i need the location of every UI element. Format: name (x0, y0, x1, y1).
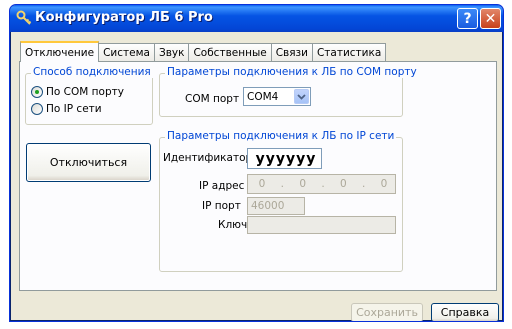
ip-dot-1: . (280, 178, 284, 190)
radio-ip-indicator[interactable] (31, 103, 43, 115)
connection-method-group: Способ подключения (25, 66, 153, 125)
com-port-label: COM порт (185, 93, 240, 105)
ip-octet-2: 0 (299, 178, 306, 190)
help-title-button[interactable]: ? (457, 8, 478, 29)
chevron-down-icon[interactable] (294, 89, 309, 104)
titlebar[interactable]: Конфигуратор ЛБ 6 Pro ? ✕ (10, 5, 503, 32)
ip-address-field[interactable]: 0 . 0 . 0 . 0 (247, 174, 396, 194)
ip-port-field[interactable]: 46000 (247, 197, 305, 215)
ip-octet-3: 0 (339, 178, 347, 190)
com-port-select[interactable]: COM4 (243, 87, 311, 106)
tab-sound[interactable]: Звук (153, 43, 190, 61)
key-label: Ключ (218, 219, 248, 231)
ip-port-label: IP порт (202, 200, 241, 212)
tab-panel: Способ подключения По COM порту По IP се… (19, 61, 497, 291)
close-button[interactable]: ✕ (480, 8, 501, 29)
tab-bar: Отключение Система Звук Собственные Связ… (20, 41, 387, 62)
radio-com-indicator[interactable] (31, 86, 43, 98)
radio-ip[interactable]: По IP сети (31, 103, 102, 115)
key-icon (16, 10, 32, 25)
key-field[interactable] (247, 216, 396, 234)
ip-dot-2: . (321, 178, 325, 190)
com-params-legend: Параметры подключения к ЛБ по COM порту (165, 66, 419, 78)
identifier-label: Идентификатор (163, 152, 253, 164)
window-title: Конфигуратор ЛБ 6 Pro (35, 10, 213, 25)
save-button[interactable]: Сохранить (351, 303, 423, 321)
tab-links[interactable]: Связи (270, 43, 313, 61)
app-window: Конфигуратор ЛБ 6 Pro ? ✕ Отключение Сис… (9, 4, 504, 322)
connection-method-legend: Способ подключения (31, 66, 153, 78)
tab-own[interactable]: Собственные (188, 43, 272, 61)
radio-com-label: По COM порту (46, 86, 124, 98)
client-area: Отключение Система Звук Собственные Связ… (13, 32, 500, 321)
ip-octet-1: 0 (258, 178, 266, 190)
tab-disconnect[interactable]: Отключение (20, 41, 100, 62)
radio-com[interactable]: По COM порту (31, 86, 124, 98)
identifier-field[interactable]: yyyyyy (247, 148, 322, 169)
tab-statistics[interactable]: Статистика (311, 43, 387, 61)
ip-octet-4: 0 (380, 178, 388, 190)
ip-address-label: IP адрес (199, 180, 245, 192)
ip-params-legend: Параметры подключения к ЛБ по IP сети (165, 130, 397, 142)
radio-ip-label: По IP сети (46, 103, 102, 115)
tab-system[interactable]: Система (98, 43, 155, 61)
ip-dot-3: . (361, 178, 366, 190)
help-button[interactable]: Справка (431, 303, 499, 321)
disconnect-button[interactable]: Отключиться (26, 143, 151, 182)
com-port-value: COM4 (247, 90, 279, 103)
